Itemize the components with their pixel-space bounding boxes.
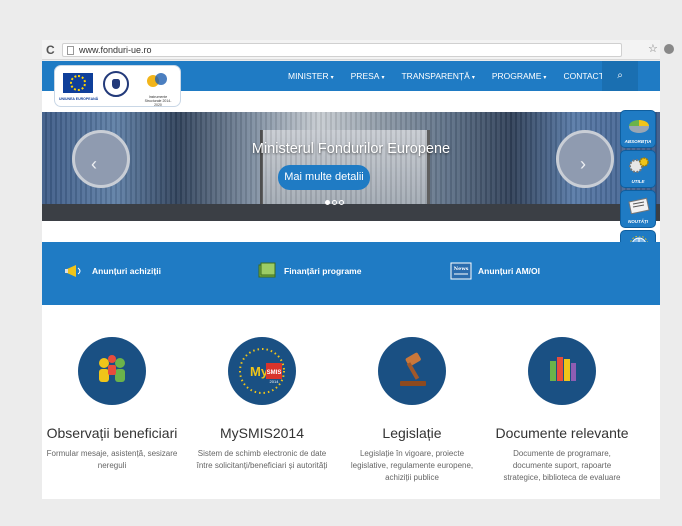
nav-item-programe[interactable]: PROGRAME ▾ [492,71,547,81]
more-details-button[interactable]: Mai multe detalii [278,165,370,190]
carousel-dot[interactable] [339,200,344,205]
card-title[interactable]: Observații beneficiari [42,425,182,441]
card-title[interactable]: MySMIS2014 [192,425,332,441]
main-nav: MINISTER ▾ PRESA ▾ TRANSPARENȚĂ ▾ PROGRAME ▾… [288,61,626,91]
side-widget-noutati[interactable]: NOUTĂȚI [620,190,656,228]
card-title[interactable]: Documente relevante [492,425,632,441]
program-logo-caption: Instrumente Structurale 2014-2020 [144,95,172,107]
card-mysmis[interactable]: My SMIS 2014 MySMIS2014 Sistem de schimb… [192,337,332,472]
newspaper-icon [628,197,650,214]
page-icon [67,46,74,55]
svg-text:2014: 2014 [270,379,280,384]
carousel-indicators [325,200,346,205]
mysmis-logo-icon: My SMIS 2014 [228,337,296,405]
bookmark-star-icon[interactable]: ☆ [648,42,658,55]
web-page: MINISTER ▾ PRESA ▾ TRANSPARENȚĂ ▾ PROGRAME ▾… [42,61,660,499]
carousel-next-icon[interactable]: › [580,154,586,175]
site-logo[interactable]: UNIUNEA EUROPEANĂ Instrumente Structural… [54,65,181,107]
nav-item-minister[interactable]: MINISTER ▾ [288,71,334,81]
chevron-down-icon: ▾ [471,75,475,81]
eu-flag-logo [63,73,93,93]
extension-icon[interactable] [664,44,674,54]
carousel-prev-icon[interactable]: ‹ [91,154,97,175]
pie-chart-icon [629,120,649,133]
people-icon [78,337,146,405]
side-widget-label: NOUTĂȚI [628,219,648,224]
chevron-down-icon: ▾ [543,75,547,81]
reload-icon[interactable]: C [46,43,55,57]
side-widget-label: UTILE [631,179,645,184]
search-icon[interactable]: ⌕ [602,61,638,91]
gavel-icon [378,337,446,405]
coat-of-arms-icon [72,130,130,188]
card-legislatie[interactable]: Legislație Legislație în vigoare, proiec… [342,337,482,484]
chevron-down-icon: ▾ [381,75,385,81]
money-icon [258,262,276,278]
carousel-dot[interactable] [325,200,330,205]
side-widget-utile[interactable]: UTILE [620,150,656,188]
link-label: Finanțări programe [284,266,362,276]
link-label: Anunțuri achiziții [92,266,161,276]
side-widget-label: ABSORBȚIA [624,139,652,144]
address-text: www.fonduri-ue.ro [79,45,152,55]
chevron-down-icon: ▾ [330,75,334,81]
link-anunturi-am-oi[interactable]: News Anunțuri AM/OI [450,262,540,280]
link-label: Anunțuri AM/OI [478,266,541,276]
structural-instruments-logo [144,71,172,93]
card-description: Legislație în vigoare, proiecte legislat… [350,449,474,482]
quick-links-strip: Anunțuri achiziții Finanțări programe Ne… [42,242,660,305]
eu-logo-caption: UNIUNEA EUROPEANĂ [59,97,99,101]
side-widget-absorbtia[interactable]: ABSORBȚIA [620,110,656,148]
hero-title: Ministerul Fondurilor Europene [251,141,451,157]
hero-carousel: ‹ › Ministerul Fondurilor Europene Mai m… [42,112,660,221]
gears-icon [629,157,649,173]
address-bar[interactable]: www.fonduri-ue.ro [62,43,622,57]
carousel-dot[interactable] [332,200,337,205]
link-finantari-programe[interactable]: Finanțări programe [256,262,361,280]
card-observatii[interactable]: Observații beneficiari Formular mesaje, … [42,337,182,472]
card-documente[interactable]: Documente relevante Documente de program… [492,337,632,484]
card-description: Formular mesaje, asistență, sesizare ner… [46,449,178,470]
card-description: Documente de programare, documente supor… [503,449,621,482]
link-anunturi-achizitii[interactable]: Anunțuri achiziții [64,262,161,280]
card-description: Sistem de schimb electronic de date într… [196,449,328,470]
megaphone-icon [65,265,81,277]
browser-toolbar: C www.fonduri-ue.ro ☆ ⋮ [42,40,674,60]
svg-text:SMIS: SMIS [267,370,282,376]
svg-text:News: News [454,266,469,272]
news-icon: News [450,262,472,280]
government-seal-logo [103,71,129,97]
nav-item-presa[interactable]: PRESA ▾ [351,71,385,81]
card-title[interactable]: Legislație [342,425,482,441]
books-icon [528,337,596,405]
nav-item-transparenta[interactable]: TRANSPARENȚĂ ▾ [401,71,474,81]
